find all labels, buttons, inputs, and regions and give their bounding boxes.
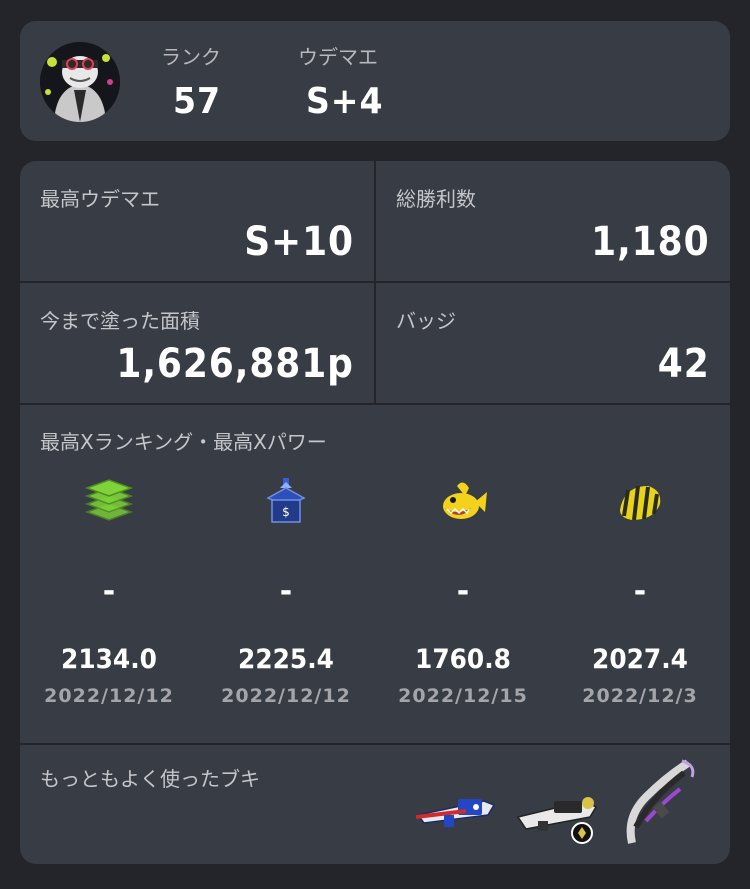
- mode-rank: -: [102, 574, 116, 609]
- rank-label: ランク: [161, 45, 221, 69]
- blaster-weapon-icon[interactable]: [414, 789, 500, 833]
- mode-date: 2022/12/3: [582, 685, 698, 707]
- turf-label: 今まで塗った面積: [40, 309, 200, 333]
- mode-rank: -: [633, 574, 647, 609]
- mode-tower-control: $ - 2225.4 2022/12/12: [206, 476, 366, 716]
- total-wins-label: 総勝利数: [396, 187, 476, 211]
- udemae-value: S+4: [306, 81, 384, 122]
- avatar[interactable]: [40, 42, 120, 122]
- max-udemae-label: 最高ウデマエ: [40, 187, 160, 211]
- udemae-label: ウデマエ: [298, 45, 378, 69]
- mode-date: 2022/12/12: [44, 685, 174, 707]
- total-wins-cell: 総勝利数 1,180: [376, 161, 730, 281]
- mode-splat-zones: - 2134.0 2022/12/12: [29, 476, 189, 716]
- mode-rank: -: [456, 574, 470, 609]
- mode-power: 2134.0: [61, 644, 157, 675]
- profile-card: ランク 57 ウデマエ S+4: [20, 21, 730, 141]
- mode-rank: -: [279, 574, 293, 609]
- badges-label: バッジ: [396, 309, 456, 333]
- rank-value: 57: [173, 81, 221, 122]
- x-section-title: 最高Xランキング・最高Xパワー: [40, 430, 327, 454]
- mode-power: 2027.4: [592, 644, 688, 675]
- clam-blitz-icon: [614, 476, 666, 528]
- stats-card: 最高ウデマエ S+10 総勝利数 1,180 今まで塗った面積 1,626,88…: [20, 161, 730, 864]
- rainmaker-icon: [437, 476, 489, 528]
- mode-date: 2022/12/15: [398, 685, 528, 707]
- svg-text:$: $: [282, 505, 290, 519]
- badges-value: 42: [658, 341, 710, 387]
- udemae-block: ウデマエ S+4: [298, 41, 382, 122]
- weapons-title: もっともよく使ったブキ: [40, 767, 260, 791]
- mode-power: 2225.4: [238, 644, 334, 675]
- mode-clam-blitz: - 2027.4 2022/12/3: [560, 476, 720, 716]
- tower-control-icon: $: [260, 476, 312, 528]
- divider: [20, 743, 730, 745]
- rank-block: ランク 57: [161, 41, 221, 122]
- shooter-weapon-icon[interactable]: [514, 783, 606, 845]
- max-udemae-cell: 最高ウデマエ S+10: [20, 161, 374, 281]
- mode-power: 1760.8: [415, 644, 511, 675]
- brella-weapon-icon[interactable]: [622, 757, 702, 847]
- turf-cell: 今まで塗った面積 1,626,881p: [20, 283, 374, 403]
- mode-rainmaker: - 1760.8 2022/12/15: [383, 476, 543, 716]
- divider: [20, 403, 730, 405]
- avatar-image: [40, 42, 120, 122]
- total-wins-value: 1,180: [591, 219, 710, 265]
- badges-cell[interactable]: バッジ 42: [376, 283, 730, 403]
- max-udemae-value: S+10: [244, 219, 354, 265]
- splat-zones-icon: [83, 476, 135, 528]
- turf-value: 1,626,881p: [116, 341, 354, 387]
- mode-date: 2022/12/12: [221, 685, 351, 707]
